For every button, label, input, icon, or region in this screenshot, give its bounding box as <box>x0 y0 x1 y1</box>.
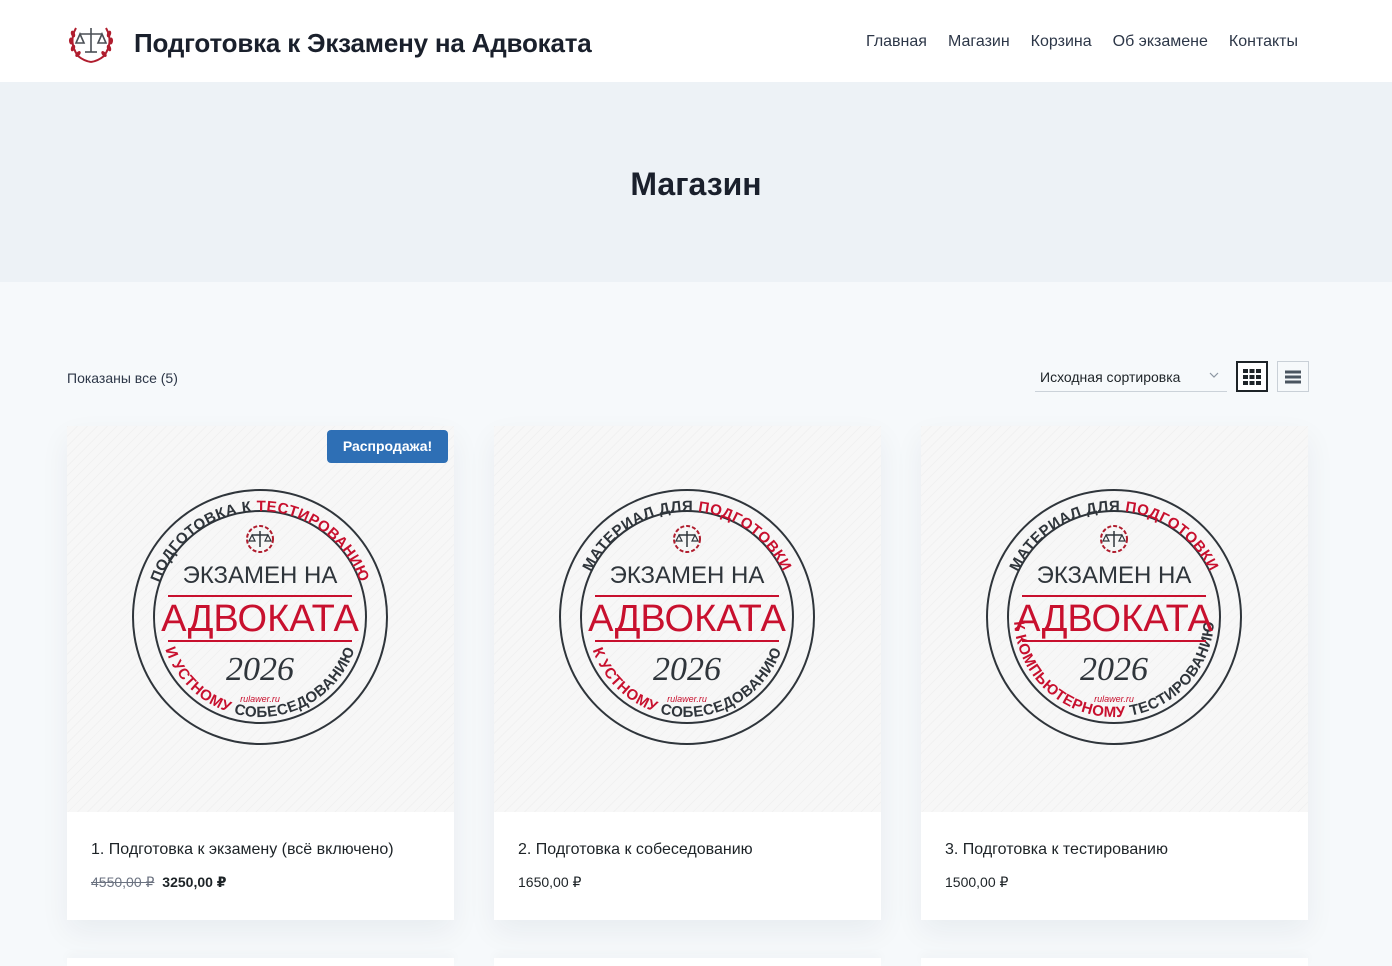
scales-laurel-icon <box>673 525 701 553</box>
sort-selected-value: Исходная сортировка <box>1040 369 1181 385</box>
seal-line2: АДВОКАТА <box>588 598 786 640</box>
list-view-button[interactable] <box>1277 361 1309 392</box>
nav-home[interactable]: Главная <box>866 33 927 51</box>
seal-line1: ЭКЗАМЕН НА <box>183 562 338 589</box>
grid-icon <box>1243 368 1261 385</box>
product-title[interactable]: 1. Подготовка к экзамену (всё включено) <box>91 841 394 859</box>
seal-site: rulawer.ru <box>240 694 280 704</box>
product-image[interactable]: МАТЕРИАЛ ДЛЯ ПОДГОТОВКИ К КОМПЬЮТЕРНОМУ Т… <box>921 426 1308 812</box>
product-card-next-row <box>921 958 1308 966</box>
sale-price: 3250,00 ₽ <box>162 874 227 890</box>
seal-line1: ЭКЗАМЕН НА <box>610 562 765 589</box>
product-price: 1650,00 ₽ <box>518 874 582 890</box>
seal-site: rulawer.ru <box>1094 694 1134 704</box>
product-card-next-row <box>494 958 881 966</box>
seal-graphic: МАТЕРИАЛ ДЛЯ ПОДГОТОВКИК КОМПЬЮТЕРНОМУ Т… <box>986 489 1242 745</box>
seal-year: 2026 <box>653 651 721 688</box>
sale-badge: Распродажа! <box>327 430 448 463</box>
sort-select[interactable]: Исходная сортировка <box>1035 364 1227 392</box>
list-icon <box>1285 370 1301 383</box>
scales-laurel-icon <box>1100 525 1128 553</box>
product-image[interactable]: МАТЕРИАЛ ДЛЯ ПОДГОТОВКИ К УСТНОМУ СОБЕСЕД… <box>494 426 881 812</box>
nav-about-exam[interactable]: Об экзамене <box>1113 33 1208 51</box>
site-header: Подготовка к Экзамену на Адвоката Главна… <box>0 0 1392 82</box>
product-card-next-row <box>67 958 454 966</box>
nav-contacts[interactable]: Контакты <box>1229 33 1298 51</box>
result-count: Показаны все (5) <box>67 370 178 386</box>
seal-line1: ЭКЗАМЕН НА <box>1037 562 1192 589</box>
product-title[interactable]: 2. Подготовка к собеседованию <box>518 841 753 859</box>
seal-graphic: ПОДГОТОВКА К ТЕСТИРОВАНИЮИ УСТНОМУ СОБЕС… <box>132 489 388 745</box>
chevron-down-icon <box>1209 370 1219 382</box>
seal-year: 2026 <box>1080 651 1148 688</box>
page-title: Магазин <box>630 166 762 202</box>
product-card[interactable]: МАТЕРИАЛ ДЛЯ ПОДГОТОВКИ К УСТНОМУ СОБЕСЕД… <box>494 426 881 920</box>
seal-site: rulawer.ru <box>667 694 707 704</box>
grid-view-button[interactable] <box>1236 361 1268 392</box>
product-title[interactable]: 3. Подготовка к тестированию <box>945 841 1168 859</box>
page-hero: Магазин <box>0 82 1392 282</box>
scales-laurel-icon <box>68 27 114 63</box>
nav-cart[interactable]: Корзина <box>1031 33 1092 51</box>
product-price: 1500,00 ₽ <box>945 874 1009 890</box>
product-card[interactable]: ПОДГОТОВКА К ТЕСТИРОВАНИЮ И УСТНОМУ СОБЕС… <box>67 426 454 920</box>
site-title[interactable]: Подготовка к Экзамену на Адвоката <box>134 28 592 59</box>
seal-line2: АДВОКАТА <box>161 598 359 640</box>
product-card[interactable]: МАТЕРИАЛ ДЛЯ ПОДГОТОВКИ К КОМПЬЮТЕРНОМУ Т… <box>921 426 1308 920</box>
seal-year: 2026 <box>226 651 294 688</box>
site-logo[interactable] <box>66 20 116 64</box>
scales-laurel-icon <box>246 525 274 553</box>
old-price: 4550,00 ₽ <box>91 874 155 890</box>
seal-graphic: МАТЕРИАЛ ДЛЯ ПОДГОТОВКИК УСТНОМУ СОБЕСЕД… <box>559 489 815 745</box>
nav-shop[interactable]: Магазин <box>948 33 1010 51</box>
seal-line2: АДВОКАТА <box>1015 598 1213 640</box>
product-price: 4550,00 ₽ 3250,00 ₽ <box>91 874 227 891</box>
product-image[interactable]: ПОДГОТОВКА К ТЕСТИРОВАНИЮ И УСТНОМУ СОБЕС… <box>67 426 454 812</box>
main-nav: Главная Магазин Корзина Об экзамене Конт… <box>866 33 1298 51</box>
